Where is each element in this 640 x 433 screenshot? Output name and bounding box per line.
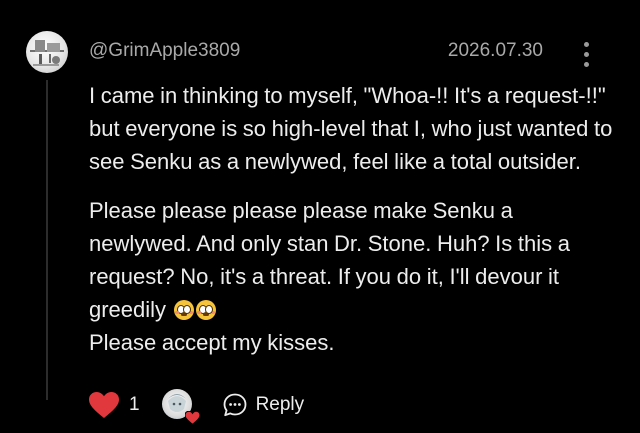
comment-date: 2026.07.30 [447,40,543,61]
comment-paragraph: Please please please please make Senku a… [89,194,619,359]
username[interactable]: @GrimApple3809 [89,40,240,62]
comment-card: @GrimApple3809 2026.07.30 I came in thin… [0,0,640,433]
heart-icon [89,391,119,418]
comment-text-tail: Please accept my kisses. [89,330,335,355]
reply-button[interactable]: Reply [222,392,305,418]
heart-icon [184,411,200,425]
speech-bubble-icon [223,393,246,417]
like-button[interactable]: 1 [89,391,140,419]
more-options-dot [583,61,589,67]
reply-label: Reply [255,394,305,415]
like-count: 1 [129,394,140,415]
comment-actions: 1 Reply [89,386,305,425]
comment-paragraph: I came in thinking to myself, "Whoa-!! I… [89,79,619,178]
user-avatar[interactable] [26,31,68,73]
flushed-face-icon [173,300,194,320]
avatar-illustration [30,40,64,66]
creator-liked-avatar[interactable] [161,389,200,425]
more-options-dot [583,51,589,57]
flushed-face-icon [195,300,216,320]
thread-line [46,80,48,400]
more-options-dot [583,41,589,47]
comment-body: I came in thinking to myself, "Whoa-!! I… [89,79,619,359]
comment-text: Please please please please make Senku a… [89,198,570,322]
more-options-button[interactable] [576,34,596,74]
comment-text: I came in thinking to myself, "Whoa-!! I… [89,83,613,174]
